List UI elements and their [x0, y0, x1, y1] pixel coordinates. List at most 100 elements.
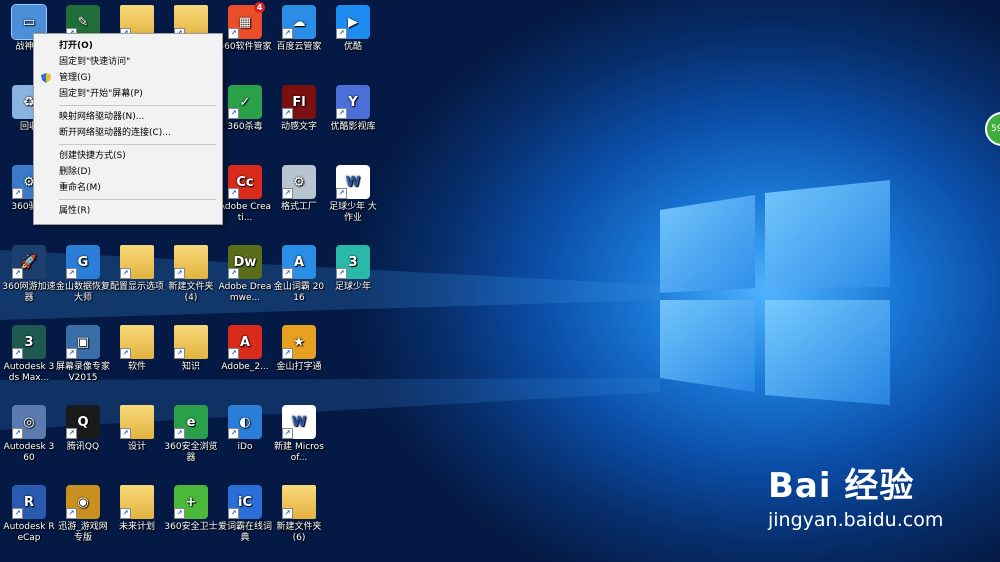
context-menu-item[interactable]: 创建快捷方式(S): [34, 148, 222, 164]
shortcut-arrow-icon: ↗: [282, 28, 293, 39]
shortcut-arrow-icon: ↗: [282, 348, 293, 359]
shortcut-arrow-icon: ↗: [174, 428, 185, 439]
desktop-icon-label: 屏幕录像专家V2015: [56, 362, 111, 383]
desktop-icon[interactable]: ↗ 知识: [164, 321, 218, 401]
desktop-icon-label: 优酷: [343, 42, 362, 52]
shortcut-arrow-icon: ↗: [336, 108, 347, 119]
app-icon: ◉ ↗: [66, 485, 100, 519]
context-menu-item[interactable]: 属性(R): [34, 203, 222, 219]
desktop-icon[interactable]: 3 ↗ Autodesk 3ds Max...: [2, 321, 56, 401]
shortcut-arrow-icon: ↗: [282, 508, 293, 519]
desktop-icon-label: 优酷影视库: [330, 122, 376, 132]
app-icon: Y ↗: [336, 85, 370, 119]
app-icon: iC ↗: [228, 485, 262, 519]
desktop-icon[interactable]: R ↗ Autodesk ReCap: [2, 481, 56, 561]
icon-glyph: ✓: [239, 94, 251, 110]
context-menu-item[interactable]: 固定到"开始"屏幕(P): [34, 86, 222, 102]
desktop-icon-label: 未来计划: [118, 522, 155, 532]
desktop-icon[interactable]: 3 ↗ 足球少年: [326, 241, 380, 321]
desktop-icon[interactable]: Y ↗ 优酷影视库: [326, 81, 380, 161]
shortcut-arrow-icon: ↗: [12, 508, 23, 519]
app-icon: ◐ ↗: [228, 405, 262, 439]
desktop-icon[interactable]: ☁ ↗ 百度云管家: [272, 1, 326, 81]
desktop-icon[interactable]: + ↗ 360安全卫士: [164, 481, 218, 561]
shortcut-arrow-icon: ↗: [228, 268, 239, 279]
desktop-icon[interactable]: Q ↗ 腾讯QQ: [56, 401, 110, 481]
shortcut-arrow-icon: ↗: [282, 268, 293, 279]
app-icon: Q ↗: [66, 405, 100, 439]
app-icon: ★ ↗: [282, 325, 316, 359]
shortcut-arrow-icon: ↗: [12, 428, 23, 439]
desktop-icon[interactable]: iC ↗ 爱词霸在线词典: [218, 481, 272, 561]
desktop-icon-label: 爱词霸在线词典: [218, 522, 273, 543]
shortcut-arrow-icon: ↗: [120, 268, 131, 279]
desktop-icon[interactable]: ▶ ↗ 优酷: [326, 1, 380, 81]
menu-separator: [59, 199, 216, 200]
baidu-jingyan-watermark: Bai 经验 jingyan.baidu.com: [768, 458, 988, 548]
desktop-icon[interactable]: e ↗ 360安全浏览器: [164, 401, 218, 481]
desktop-icon[interactable]: Fl ↗ 动感文字: [272, 81, 326, 161]
desktop-icon-label: 360网游加速器: [2, 282, 56, 303]
desktop-icon[interactable]: ⚙ ↗ 格式工厂: [272, 161, 326, 241]
menu-item-label: 断开网络驱动器的连接(C)...: [59, 128, 171, 138]
context-menu-item[interactable]: 映射网络驱动器(N)...: [34, 109, 222, 125]
desktop-icon[interactable]: ✓ ↗ 360杀毒: [218, 81, 272, 161]
desktop-icon[interactable]: ★ ↗ 金山打字通: [272, 321, 326, 401]
desktop-icon[interactable]: ↗ 配置显示选项: [110, 241, 164, 321]
desktop-icon-label: 360安全卫士: [164, 522, 218, 532]
app-icon: G ↗: [66, 245, 100, 279]
desktop-icon[interactable]: ↗ 新建文件夹 (6): [272, 481, 326, 561]
context-menu-item[interactable]: 管理(G): [34, 70, 222, 86]
desktop-icon[interactable]: ↗ 未来计划: [110, 481, 164, 561]
menu-item-label: 删除(D): [59, 167, 91, 177]
menu-item-label: 打开(O): [59, 41, 93, 51]
shortcut-arrow-icon: ↗: [120, 348, 131, 359]
icon-glyph: Dw: [233, 254, 257, 270]
icon-glyph: W: [291, 414, 307, 430]
shortcut-arrow-icon: ↗: [12, 188, 23, 199]
desktop-icon[interactable]: ↗ 设计: [110, 401, 164, 481]
shortcut-arrow-icon: ↗: [66, 348, 77, 359]
desktop-icon[interactable]: 🚀 ↗ 360网游加速器: [2, 241, 56, 321]
desktop-icon[interactable]: ▦ ↗ 4 360软件管家: [218, 1, 272, 81]
app-icon: + ↗: [174, 485, 208, 519]
desktop-icon[interactable]: ↗ 新建文件夹 (4): [164, 241, 218, 321]
desktop-icon-label: 金山打字通: [276, 362, 322, 372]
context-menu-item[interactable]: 打开(O): [34, 38, 222, 54]
menu-separator: [59, 105, 216, 106]
context-menu-item[interactable]: 删除(D): [34, 164, 222, 180]
icon-glyph: A: [293, 254, 305, 270]
desktop-icon-label: 腾讯QQ: [66, 442, 100, 452]
desktop-icon[interactable]: ◉ ↗ 迅游_游戏网专版: [56, 481, 110, 561]
desktop-icon-label: 迅游_游戏网专版: [58, 522, 108, 543]
icon-glyph: ◎: [23, 414, 35, 430]
desktop-icon[interactable]: W ↗ 足球少年 大作业: [326, 161, 380, 241]
app-icon: A ↗: [228, 325, 262, 359]
desktop-icon[interactable]: G ↗ 金山数据恢复大师: [56, 241, 110, 321]
desktop-icon-label: 新建文件夹 (6): [276, 522, 322, 543]
app-icon: ↗: [174, 325, 208, 359]
menu-item-label: 映射网络驱动器(N)...: [59, 112, 145, 122]
desktop-icon[interactable]: ↗ 软件: [110, 321, 164, 401]
app-icon: ↗: [174, 245, 208, 279]
desktop-icon[interactable]: ▣ ↗ 屏幕录像专家V2015: [56, 321, 110, 401]
shortcut-arrow-icon: ↗: [336, 268, 347, 279]
desktop-icon[interactable]: W ↗ 新建 Microsof...: [272, 401, 326, 481]
desktop-icon[interactable]: ◐ ↗ iDo: [218, 401, 272, 481]
icon-glyph: ◐: [239, 414, 251, 430]
context-menu-item[interactable]: 断开网络驱动器的连接(C)...: [34, 125, 222, 141]
shortcut-arrow-icon: ↗: [66, 268, 77, 279]
desktop-icon[interactable]: A ↗ Adobe_2...: [218, 321, 272, 401]
desktop-icon[interactable]: Cc ↗ Adobe Creati...: [218, 161, 272, 241]
desktop-icon[interactable]: A ↗ 金山词霸 2016: [272, 241, 326, 321]
desktop-icon[interactable]: Dw ↗ Adobe Dreamwe...: [218, 241, 272, 321]
context-menu-item[interactable]: 重命名(M): [34, 180, 222, 196]
desktop-icon[interactable]: ◎ ↗ Autodesk 360: [2, 401, 56, 481]
context-menu-item[interactable]: 固定到"快速访问": [34, 54, 222, 70]
shortcut-arrow-icon: ↗: [120, 428, 131, 439]
icon-glyph: ▦: [238, 14, 252, 30]
app-icon: ◎ ↗: [12, 405, 46, 439]
app-icon: ✓ ↗: [228, 85, 262, 119]
app-icon: W ↗: [336, 165, 370, 199]
app-icon: ↗: [120, 245, 154, 279]
